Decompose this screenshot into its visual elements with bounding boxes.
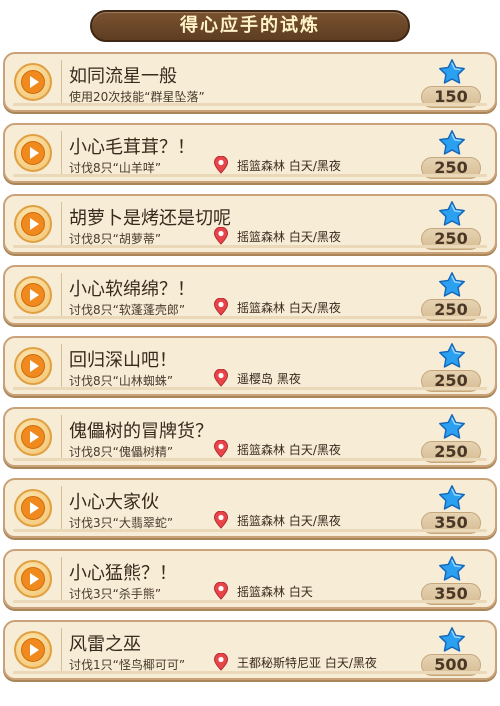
quest-description: 讨伐3只“杀手熊” (69, 587, 162, 601)
reward-badge: 250 (421, 200, 481, 252)
quest-description: 讨伐8只“软蓬蓬壳郎” (69, 303, 186, 317)
quest-location: 王都秘斯特尼亚 白天/黑夜 (213, 652, 377, 672)
location-pin-icon (213, 227, 229, 245)
page-title: 得心应手的试炼 (90, 10, 410, 42)
reward-points: 250 (421, 228, 481, 250)
reward-points: 250 (421, 157, 481, 179)
play-icon[interactable] (14, 489, 52, 527)
quest-name: 如同流星一般 (69, 66, 177, 87)
reward-points: 150 (421, 86, 481, 108)
quest-location: 摇篮森林 白天/黑夜 (213, 226, 341, 246)
quest-description: 讨伐3只“大翡翠蛇” (69, 516, 174, 530)
location-pin-icon (213, 582, 229, 600)
location-text: 摇篮森林 白天/黑夜 (237, 513, 341, 528)
play-icon[interactable] (14, 63, 52, 101)
reward-points: 350 (421, 583, 481, 605)
location-pin-icon (213, 369, 229, 387)
reward-badge: 250 (421, 271, 481, 323)
reward-points: 350 (421, 512, 481, 534)
quest-location: 摇篮森林 白天/黑夜 (213, 510, 341, 530)
play-icon[interactable] (14, 276, 52, 314)
play-icon[interactable] (14, 205, 52, 243)
quest-location: 摇篮森林 白天 (213, 581, 313, 601)
divider (61, 131, 62, 175)
reward-badge: 500 (421, 626, 481, 678)
quest-location: 遥樱岛 黑夜 (213, 368, 301, 388)
quest-name: 小心猛熊？！ (69, 563, 177, 584)
quest-description: 讨伐8只“胡萝蒂” (69, 232, 162, 246)
location-pin-icon (213, 511, 229, 529)
reward-badge: 250 (421, 413, 481, 465)
quest-name: 小心毛茸茸？！ (69, 137, 195, 158)
quest-card[interactable]: 小心毛茸茸？！ 讨伐8只“山羊咩” 摇篮森林 白天/黑夜 250 (3, 123, 497, 183)
quest-name: 胡萝卜是烤还是切呢 (69, 208, 231, 229)
play-icon[interactable] (14, 418, 52, 456)
quest-card[interactable]: 如同流星一般 使用20次技能“群星坠落” 150 (3, 52, 497, 112)
reward-points: 500 (421, 654, 481, 676)
quest-card[interactable]: 小心猛熊？！ 讨伐3只“杀手熊” 摇篮森林 白天 350 (3, 549, 497, 609)
reward-points: 250 (421, 370, 481, 392)
divider (61, 415, 62, 459)
location-pin-icon (213, 156, 229, 174)
star-icon (439, 627, 465, 652)
location-text: 摇篮森林 白天 (237, 584, 313, 599)
quest-card[interactable]: 回归深山吧！ 讨伐8只“山林蜘蛛” 遥樱岛 黑夜 250 (3, 336, 497, 396)
quest-name: 回归深山吧！ (69, 350, 177, 371)
location-pin-icon (213, 440, 229, 458)
quest-name: 风雷之巫 (69, 634, 141, 655)
reward-badge: 250 (421, 342, 481, 394)
divider (61, 344, 62, 388)
star-icon (439, 272, 465, 297)
star-icon (439, 414, 465, 439)
location-text: 摇篮森林 白天/黑夜 (237, 229, 341, 244)
quest-card[interactable]: 小心软绵绵？！ 讨伐8只“软蓬蓬壳郎” 摇篮森林 白天/黑夜 250 (3, 265, 497, 325)
location-pin-icon (213, 653, 229, 671)
quest-location: 摇篮森林 白天/黑夜 (213, 439, 341, 459)
star-icon (439, 343, 465, 368)
quest-card[interactable]: 小心大家伙 讨伐3只“大翡翠蛇” 摇篮森林 白天/黑夜 350 (3, 478, 497, 538)
quest-description: 讨伐8只“山林蜘蛛” (69, 374, 174, 388)
location-text: 摇篮森林 白天/黑夜 (237, 442, 341, 457)
quest-name: 小心软绵绵？！ (69, 279, 195, 300)
quest-location: 摇篮森林 白天/黑夜 (213, 155, 341, 175)
divider (61, 202, 62, 246)
play-icon[interactable] (14, 134, 52, 172)
reward-points: 250 (421, 441, 481, 463)
star-icon (439, 59, 465, 84)
reward-badge: 350 (421, 484, 481, 536)
reward-badge: 350 (421, 555, 481, 607)
location-text: 王都秘斯特尼亚 白天/黑夜 (237, 655, 377, 670)
quest-location: 摇篮森林 白天/黑夜 (213, 297, 341, 317)
star-icon (439, 130, 465, 155)
divider (61, 486, 62, 530)
location-text: 遥樱岛 黑夜 (237, 371, 301, 386)
quest-description: 讨伐8只“傀儡树精” (69, 445, 174, 459)
location-text: 摇篮森林 白天/黑夜 (237, 158, 341, 173)
reward-badge: 150 (421, 58, 481, 110)
divider (61, 557, 62, 601)
play-icon[interactable] (14, 347, 52, 385)
play-icon[interactable] (14, 560, 52, 598)
reward-badge: 250 (421, 129, 481, 181)
quest-description: 讨伐1只“怪鸟椰可可” (69, 658, 186, 672)
location-pin-icon (213, 298, 229, 316)
quest-name: 傀儡树的冒牌货？ (69, 421, 213, 442)
location-text: 摇篮森林 白天/黑夜 (237, 300, 341, 315)
divider (61, 60, 62, 104)
star-icon (439, 201, 465, 226)
divider (61, 273, 62, 317)
star-icon (439, 556, 465, 581)
quest-card[interactable]: 傀儡树的冒牌货？ 讨伐8只“傀儡树精” 摇篮森林 白天/黑夜 250 (3, 407, 497, 467)
quest-card[interactable]: 风雷之巫 讨伐1只“怪鸟椰可可” 王都秘斯特尼亚 白天/黑夜 500 (3, 620, 497, 680)
reward-points: 250 (421, 299, 481, 321)
quest-description: 使用20次技能“群星坠落” (69, 90, 205, 104)
quest-name: 小心大家伙 (69, 492, 159, 513)
quest-description: 讨伐8只“山羊咩” (69, 161, 162, 175)
quest-card[interactable]: 胡萝卜是烤还是切呢 讨伐8只“胡萝蒂” 摇篮森林 白天/黑夜 250 (3, 194, 497, 254)
play-icon[interactable] (14, 631, 52, 669)
star-icon (439, 485, 465, 510)
divider (61, 628, 62, 672)
